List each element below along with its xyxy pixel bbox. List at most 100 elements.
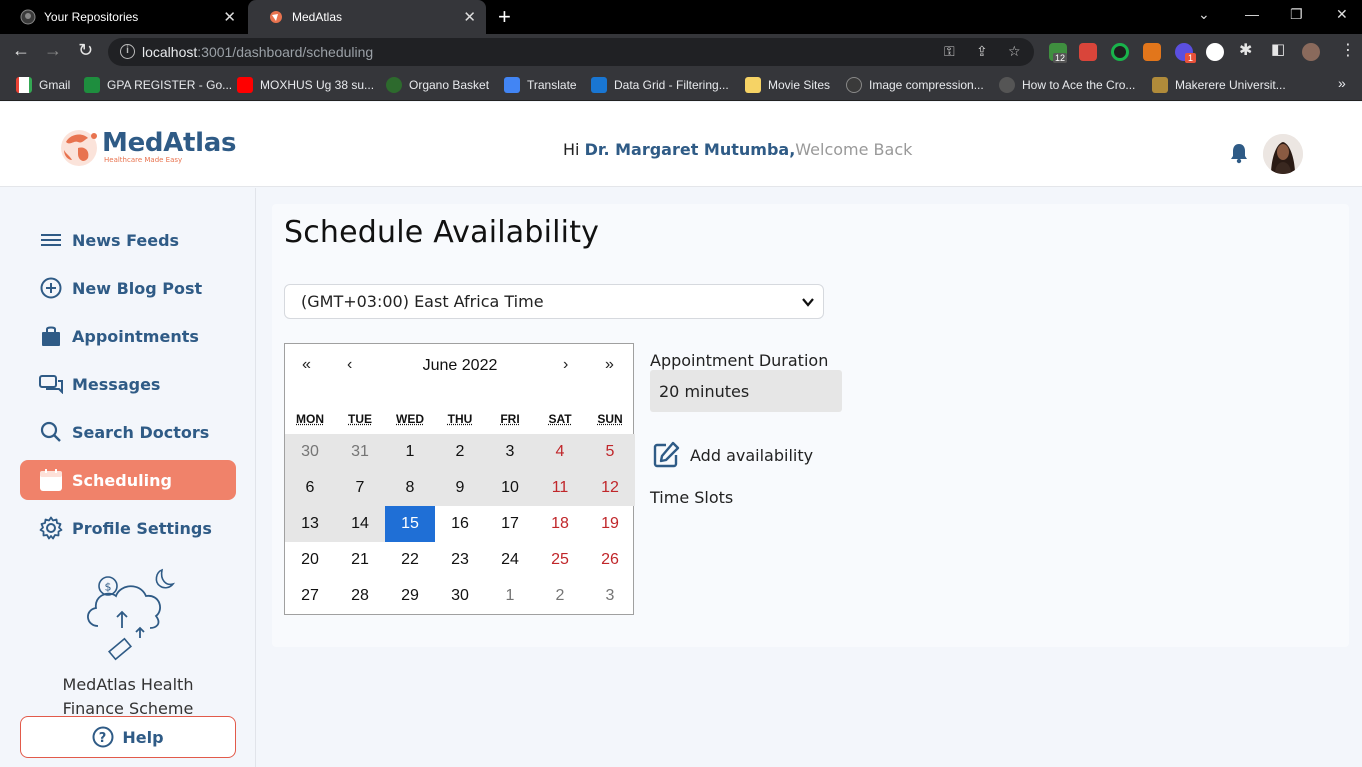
calendar-day[interactable]: 4 [535,434,585,470]
weekday-header: SAT [548,412,572,426]
calendar-day[interactable]: 20 [285,542,335,578]
calendar-day[interactable]: 1 [385,434,435,470]
calendar-day[interactable]: 2 [435,434,485,470]
extension-icon[interactable] [1079,43,1097,61]
main-panel: Schedule Availability (GMT+03:00) East A… [272,204,1349,647]
next-month-button[interactable]: › [563,356,568,374]
calendar-day-selected[interactable]: 15 [385,506,435,542]
close-tab-icon[interactable]: ✕ [223,8,236,26]
tab-your-repositories[interactable]: Your Repositories ✕ [0,0,246,34]
sidebar-item-search-doctors[interactable]: Search Doctors [20,412,236,452]
calendar-day[interactable]: 25 [535,542,585,578]
bookmark-item[interactable]: GPA REGISTER - Go... [84,77,232,93]
calendar-day-outside[interactable]: 30 [285,434,335,470]
calendar-day[interactable]: 23 [435,542,485,578]
gmail-icon [16,77,32,93]
restore-icon[interactable]: ❐ [1290,6,1303,23]
site-info-icon[interactable]: i [120,44,135,59]
bookmark-item[interactable]: How to Ace the Cro... [999,77,1135,93]
calendar-day[interactable]: 28 [335,578,385,614]
new-tab-button[interactable]: + [498,4,511,30]
calendar-day[interactable]: 9 [435,470,485,506]
bookmark-item[interactable]: Data Grid - Filtering... [591,77,729,93]
bookmark-item[interactable]: Translate [504,77,577,93]
bookmark-star-icon[interactable]: ☆ [1008,43,1021,60]
duration-select[interactable]: 20 minutes [650,370,842,412]
calendar-day-outside[interactable]: 1 [485,578,535,614]
calendar-day[interactable]: 30 [435,578,485,614]
calendar-day[interactable]: 19 [585,506,635,542]
calendar-day[interactable]: 3 [485,434,535,470]
reload-icon[interactable]: ↻ [78,40,93,61]
calendar-day[interactable]: 10 [485,470,535,506]
back-icon[interactable]: ← [12,40,30,61]
calendar-day[interactable]: 16 [435,506,485,542]
calendar-day-outside[interactable]: 31 [335,434,385,470]
metamask-icon[interactable] [1143,43,1161,61]
calendar-month-label[interactable]: June 2022 [285,357,635,375]
minimize-icon[interactable]: — [1245,6,1259,22]
more-bookmarks-icon[interactable]: » [1338,75,1346,91]
calendar-day-outside[interactable]: 2 [535,578,585,614]
sidebar-item-profile-settings[interactable]: Profile Settings [20,508,236,548]
profile-avatar-icon[interactable] [1302,43,1320,61]
calendar-day[interactable]: 8 [385,470,435,506]
calendar-day[interactable]: 6 [285,470,335,506]
sidebar-item-scheduling[interactable]: Scheduling [20,460,236,500]
address-bar[interactable]: i localhost:3001/dashboard/scheduling ⚿ … [108,38,1034,66]
calendar-day[interactable]: 13 [285,506,335,542]
logo[interactable]: MedAtlas Healthcare Made Easy [56,126,237,168]
bookmark-item[interactable]: Image compression... [846,77,984,93]
side-panel-icon[interactable]: ◧ [1271,40,1285,58]
help-button[interactable]: ? Help [20,716,236,758]
calendar-day[interactable]: 11 [535,470,585,506]
bookmark-item[interactable]: Organo Basket [386,77,489,93]
calendar-day[interactable]: 17 [485,506,535,542]
extensions-puzzle-icon[interactable]: ✱ [1239,40,1252,60]
bookmark-item[interactable]: Movie Sites [745,77,830,93]
add-availability-label: Add availability [690,445,814,465]
add-availability-button[interactable]: Add availability [652,441,813,469]
page-title: Schedule Availability [284,215,600,250]
calendar-day[interactable]: 24 [485,542,535,578]
calendar-day[interactable]: 18 [535,506,585,542]
sidebar-item-news-feeds[interactable]: News Feeds [20,220,236,260]
avatar[interactable] [1263,134,1303,174]
extension-icon[interactable] [1206,43,1224,61]
calendar-day[interactable]: 22 [385,542,435,578]
timezone-select[interactable]: (GMT+03:00) East Africa Time [284,284,824,319]
calendar-day[interactable]: 21 [335,542,385,578]
calendar-day[interactable]: 29 [385,578,435,614]
sidebar-item-messages[interactable]: Messages [20,364,236,404]
calendar-day[interactable]: 27 [285,578,335,614]
calendar-day[interactable]: 12 [585,470,635,506]
question-circle-icon: ? [92,726,114,748]
finance-scheme-promo[interactable]: $ MedAtlas Health Finance Scheme [40,566,216,721]
calendar-day[interactable]: 7 [335,470,385,506]
forward-icon[interactable]: → [44,40,62,61]
bookmark-item[interactable]: Makerere Universit... [1152,77,1286,93]
tab-search-icon[interactable]: ⌄ [1198,6,1210,23]
github-icon [20,9,36,25]
extension-badge: 1 [1185,53,1197,63]
bookmark-item[interactable]: MOXHUS Ug 38 su... [237,77,374,93]
calendar-day[interactable]: 26 [585,542,635,578]
sidebar-item-appointments[interactable]: Appointments [20,316,236,356]
cloud-finance-icon: $ [87,568,176,661]
calendar-day[interactable]: 14 [335,506,385,542]
browser-toolbar: ← → ↻ i localhost:3001/dashboard/schedul… [0,34,1362,70]
weekday-header: FRI [500,412,520,426]
sidebar-item-new-blog-post[interactable]: New Blog Post [20,268,236,308]
notification-bell-icon[interactable] [1229,142,1249,169]
key-icon[interactable]: ⚿ [944,43,955,60]
browser-menu-icon[interactable]: ⋮ [1340,40,1356,60]
share-icon[interactable]: ⇪ [976,43,988,60]
bookmark-item[interactable]: Gmail [16,77,70,93]
tab-medatlas[interactable]: MedAtlas ✕ [248,0,486,34]
next-year-button[interactable]: » [605,356,614,374]
close-window-icon[interactable]: ✕ [1336,6,1348,23]
calendar-day-outside[interactable]: 3 [585,578,635,614]
calendar-day[interactable]: 5 [585,434,635,470]
extension-icon[interactable] [1111,43,1129,61]
close-tab-icon[interactable]: ✕ [463,8,476,26]
